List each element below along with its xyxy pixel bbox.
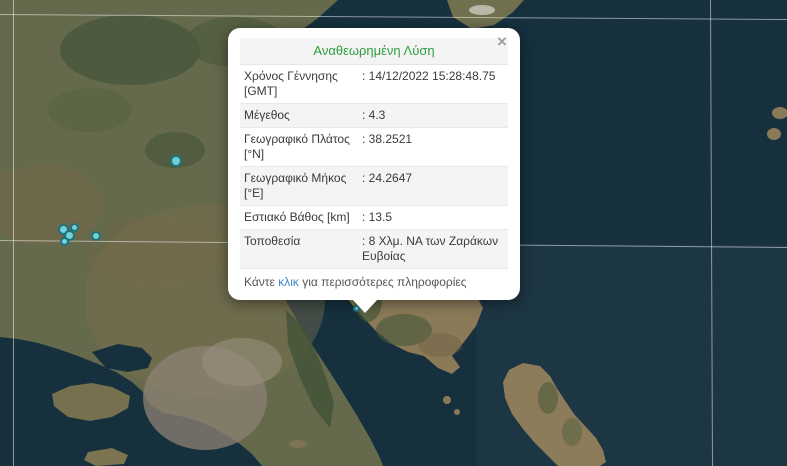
row-label: Εστιακό Βάθος [km]: [244, 210, 362, 225]
row-value: : 24.2647: [362, 171, 504, 201]
row-value: : 4.3: [362, 108, 504, 123]
popup-footer: Κάντε κλικ για περισσότερες πληροφορίες: [240, 269, 508, 292]
row-value: : 14/12/2022 15:28:48.75: [362, 69, 504, 99]
footer-text: για περισσότερες πληροφορίες: [299, 275, 467, 289]
earthquake-marker[interactable]: [91, 231, 101, 241]
row-longitude: Γεωγραφικό Μήκος [°E] : 24.2647: [240, 167, 508, 206]
row-value: : 8 Χλμ. ΝΑ των Ζαράκων Ευβοίας: [362, 234, 504, 264]
row-value: : 13.5: [362, 210, 504, 225]
popup-tail: [352, 299, 378, 313]
close-icon[interactable]: ×: [494, 34, 510, 50]
footer-text: Κάντε: [244, 275, 278, 289]
earthquake-marker[interactable]: [60, 237, 69, 246]
row-origin-time: Χρόνος Γέννησης [GMT] : 14/12/2022 15:28…: [240, 65, 508, 104]
more-info-link[interactable]: κλικ: [278, 275, 299, 289]
row-label: Χρόνος Γέννησης [GMT]: [244, 69, 362, 99]
row-magnitude: Μέγεθος : 4.3: [240, 104, 508, 128]
row-latitude: Γεωγραφικό Πλάτος [°N] : 38.2521: [240, 128, 508, 167]
popup-title: Αναθεωρημένη Λύση: [240, 38, 508, 65]
row-label: Τοποθεσία: [244, 234, 362, 264]
row-label: Γεωγραφικό Πλάτος [°N]: [244, 132, 362, 162]
row-label: Γεωγραφικό Μήκος [°E]: [244, 171, 362, 201]
row-label: Μέγεθος: [244, 108, 362, 123]
earthquake-info-popup: × Αναθεωρημένη Λύση Χρόνος Γέννησης [GMT…: [228, 28, 520, 300]
seismic-map[interactable]: × Αναθεωρημένη Λύση Χρόνος Γέννησης [GMT…: [0, 0, 787, 466]
row-location: Τοποθεσία : 8 Χλμ. ΝΑ των Ζαράκων Ευβοία…: [240, 230, 508, 269]
row-depth: Εστιακό Βάθος [km] : 13.5: [240, 206, 508, 230]
earthquake-marker[interactable]: [170, 155, 182, 167]
row-value: : 38.2521: [362, 132, 504, 162]
